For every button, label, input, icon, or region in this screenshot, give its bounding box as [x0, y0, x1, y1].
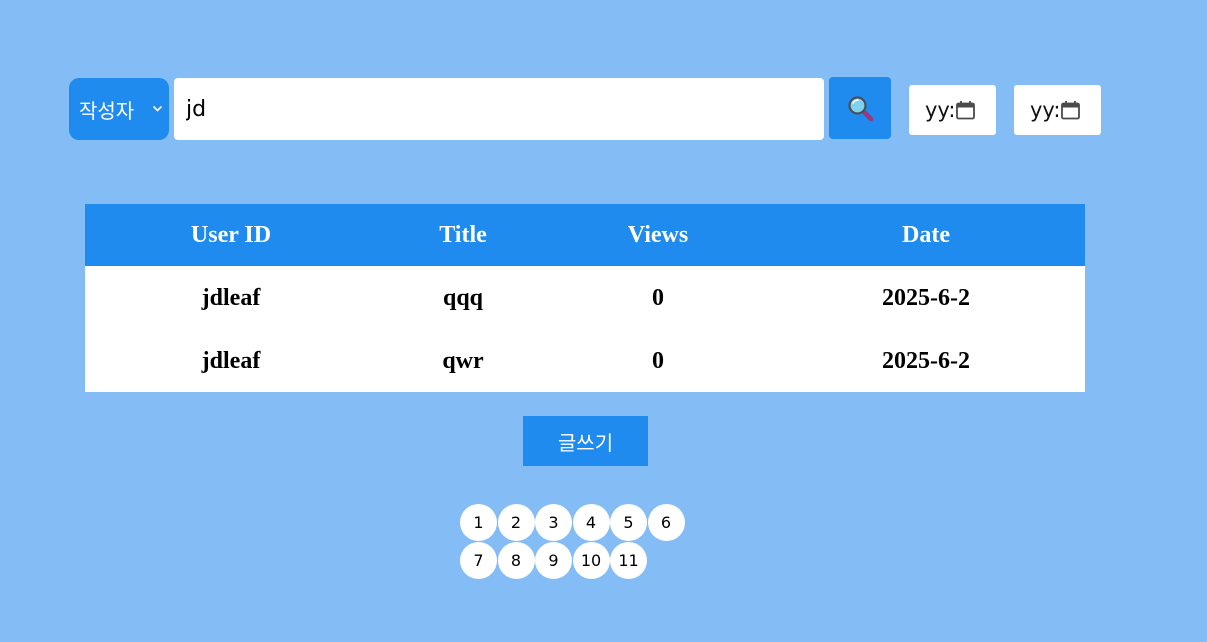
magnifier-icon: [848, 96, 874, 122]
cell-date: 2025-6-2: [882, 347, 970, 374]
cell-title[interactable]: qwr: [377, 330, 549, 392]
cell-views: 0: [652, 347, 664, 374]
page-button-10[interactable]: 10: [572, 542, 610, 579]
page-button-9[interactable]: 9: [535, 542, 572, 579]
header-title: Title: [439, 221, 487, 248]
cell-title[interactable]: qqq: [377, 266, 549, 330]
date-from-input[interactable]: yy:: [909, 85, 996, 135]
header-user-id: User ID: [190, 221, 272, 248]
cell-user-id: jdleaf: [201, 347, 261, 374]
cell-views: 0: [652, 284, 664, 311]
posts-table: User ID Title Views Date jdleaf qqq 0 20…: [85, 204, 1085, 392]
page-button-3[interactable]: 3: [535, 504, 572, 541]
calendar-icon[interactable]: [955, 100, 976, 121]
page-button-6[interactable]: 6: [647, 504, 685, 541]
page-button-1[interactable]: 1: [460, 504, 497, 541]
chevron-down-icon: [152, 105, 163, 112]
header-date: Date: [902, 221, 950, 248]
page-button-5[interactable]: 5: [610, 504, 647, 541]
header-row: User ID Title Views Date: [85, 204, 1085, 266]
page-button-11[interactable]: 11: [610, 542, 647, 579]
page-button-7[interactable]: 7: [460, 542, 497, 579]
table-header: User ID Title Views Date: [85, 204, 1085, 266]
date-to-input[interactable]: yy:: [1014, 85, 1101, 135]
calendar-icon[interactable]: [1060, 100, 1081, 121]
search-filter-label: 작성자: [79, 98, 135, 123]
page-button-8[interactable]: 8: [497, 542, 535, 579]
write-post-button[interactable]: 글쓰기: [523, 416, 648, 466]
table-row[interactable]: jdleaf qwr 0 2025-6-2: [85, 330, 1085, 392]
search-filter-select[interactable]: 작성자: [69, 78, 169, 140]
search-button[interactable]: [829, 77, 891, 139]
cell-user-id: jdleaf: [201, 284, 261, 311]
table-row[interactable]: jdleaf qqq 0 2025-6-2: [85, 266, 1085, 330]
search-input[interactable]: [174, 78, 824, 140]
header-views: Views: [627, 221, 689, 248]
date-from-text: yy:: [925, 98, 953, 122]
date-to-text: yy:: [1030, 98, 1058, 122]
page-button-2[interactable]: 2: [497, 504, 535, 541]
table-body: jdleaf qqq 0 2025-6-2 jdleaf qwr 0 2025-…: [85, 266, 1085, 392]
cell-date: 2025-6-2: [882, 284, 970, 311]
page-button-4[interactable]: 4: [572, 504, 610, 541]
search-bar: 작성자 yy: yy:: [69, 77, 1109, 141]
